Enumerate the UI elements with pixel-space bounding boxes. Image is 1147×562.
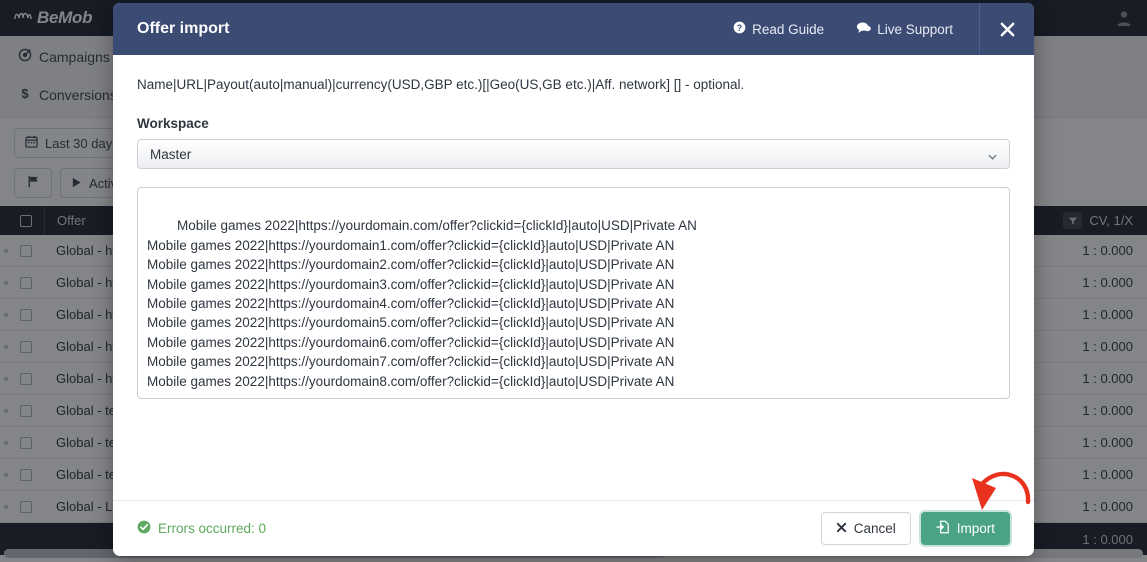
offer-import-modal: Offer import ? Read Guide Live Support N…: [113, 3, 1034, 556]
format-hint: Name|URL|Payout(auto|manual)|currency(US…: [137, 77, 745, 92]
close-icon[interactable]: [980, 3, 1034, 55]
import-button[interactable]: Import: [920, 512, 1010, 545]
screen: BeMob Campaigns: [0, 0, 1147, 562]
read-guide-link[interactable]: ? Read Guide: [717, 21, 840, 37]
workspace-select[interactable]: Master: [137, 139, 1010, 169]
modal-body: Name|URL|Payout(auto|manual)|currency(US…: [113, 55, 1034, 500]
chevron-down-icon: [988, 150, 997, 160]
workspace-selected-value: Master: [150, 146, 192, 162]
modal-header-actions: ? Read Guide Live Support: [717, 3, 1034, 55]
page-title: Offer import: [137, 20, 230, 37]
status-badge: Errors occurred: 0: [137, 520, 266, 537]
live-support-label: Live Support: [877, 21, 953, 37]
read-guide-label: Read Guide: [752, 21, 825, 37]
footer-buttons: Cancel Import: [820, 512, 1010, 545]
import-file-icon: [936, 520, 950, 537]
live-support-link[interactable]: Live Support: [840, 21, 969, 37]
import-textarea-value: Mobile games 2022|https://yourdomain.com…: [147, 218, 697, 389]
modal-header: Offer import ? Read Guide Live Support: [113, 3, 1034, 55]
errors-text: Errors occurred: 0: [158, 521, 267, 536]
cancel-label: Cancel: [853, 521, 896, 536]
resize-grip-icon[interactable]: [995, 384, 1007, 396]
workspace-label: Workspace: [137, 116, 209, 131]
question-circle-icon: ?: [733, 21, 746, 37]
chat-bubble-icon: [856, 21, 871, 37]
import-textarea[interactable]: Mobile games 2022|https://yourdomain.com…: [137, 187, 1010, 399]
close-icon: [836, 521, 847, 536]
check-circle-icon: [137, 520, 151, 537]
svg-text:?: ?: [737, 23, 742, 33]
import-label: Import: [956, 521, 995, 536]
modal-footer: Errors occurred: 0 Cancel Import: [113, 500, 1034, 556]
cancel-button[interactable]: Cancel: [820, 512, 911, 545]
